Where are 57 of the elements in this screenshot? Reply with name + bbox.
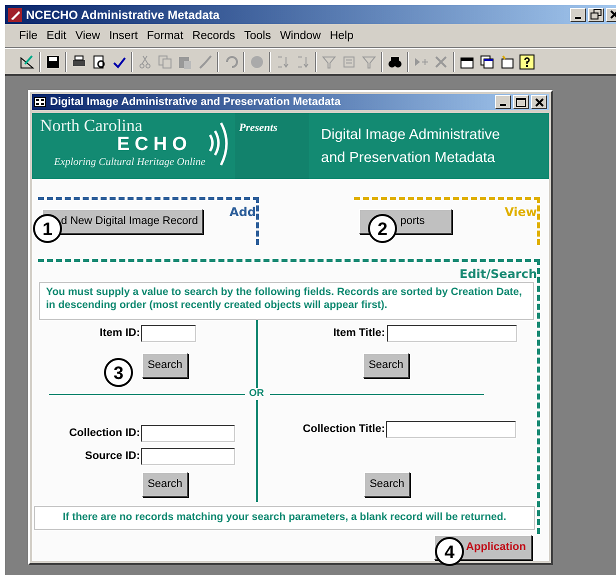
footer-notice: If there are no records matching your search parameters, a blank record will be returned. xyxy=(34,506,535,530)
presents-label: Presents xyxy=(239,122,278,134)
window-title: Digital Image Administrative and Preservation Metadata xyxy=(50,94,341,110)
menu-item[interactable]: Window xyxy=(280,28,321,46)
menu-item[interactable]: Tools xyxy=(244,28,271,46)
callout-marker: 2 xyxy=(368,214,397,243)
database-window-icon[interactable] xyxy=(479,54,495,70)
design-icon[interactable] xyxy=(19,54,35,70)
window-title: NCECHO Administrative Metadata xyxy=(26,6,220,24)
menu-item[interactable]: Help xyxy=(330,28,354,46)
callout-marker: 1 xyxy=(33,214,62,243)
logo-text: North Carolina xyxy=(40,117,142,134)
section-label: Add xyxy=(230,204,256,221)
help-icon[interactable] xyxy=(519,54,535,70)
field-label: Item ID: xyxy=(100,326,140,341)
section-label: Edit/Search xyxy=(460,266,537,283)
field-label: Collection Title: xyxy=(302,422,385,437)
input-field[interactable] xyxy=(141,325,196,342)
search-button[interactable]: Search xyxy=(142,472,188,497)
close-icon xyxy=(610,10,616,19)
menu-item[interactable]: Records xyxy=(192,28,236,46)
input-field[interactable] xyxy=(141,425,235,442)
minimize-button[interactable] xyxy=(495,95,511,109)
input-field[interactable] xyxy=(386,421,516,438)
input-field[interactable] xyxy=(387,325,517,342)
field-label: Item Title: xyxy=(333,326,385,341)
logo-text: ECHO xyxy=(117,135,192,154)
menu-item[interactable]: Format xyxy=(146,28,184,46)
instruction-text: You must supply a value to search by the following fields. Records are sorted by Creation Date, in descending order (most recently created objects will appear first). xyxy=(39,282,534,320)
menu-item[interactable]: Insert xyxy=(109,28,138,46)
or-label: OR xyxy=(246,388,267,400)
field-label: Source ID: xyxy=(84,449,140,464)
banner-heading: Digital Image Administrative xyxy=(321,126,500,144)
minimize-icon xyxy=(575,16,581,18)
field-label: Collection ID: xyxy=(69,426,140,441)
minimize-button[interactable] xyxy=(570,8,586,22)
banner-heading: and Preservation Metadata xyxy=(321,148,496,168)
input-field[interactable] xyxy=(141,448,235,465)
restore-button[interactable] xyxy=(588,8,604,22)
restore-icon xyxy=(589,8,603,21)
print-preview-icon[interactable] xyxy=(91,54,107,70)
logo-tagline: Exploring Cultural Heritage Online xyxy=(54,158,206,168)
close-icon xyxy=(534,98,544,106)
app-icon xyxy=(7,6,23,22)
maximize-button[interactable] xyxy=(513,95,529,109)
callout-marker: 3 xyxy=(104,358,133,387)
menu-item[interactable]: Edit xyxy=(46,28,66,46)
search-button[interactable]: Search xyxy=(364,472,410,497)
menu-item[interactable]: View xyxy=(75,28,100,46)
search-button[interactable]: Search xyxy=(142,353,188,378)
minimize-icon xyxy=(500,104,506,106)
form-icon xyxy=(34,97,46,107)
menu-item[interactable]: File xyxy=(19,28,38,46)
close-button[interactable] xyxy=(531,95,547,109)
save-icon[interactable] xyxy=(45,54,61,70)
search-button[interactable]: Search xyxy=(363,353,409,378)
section-label: View xyxy=(504,204,537,221)
